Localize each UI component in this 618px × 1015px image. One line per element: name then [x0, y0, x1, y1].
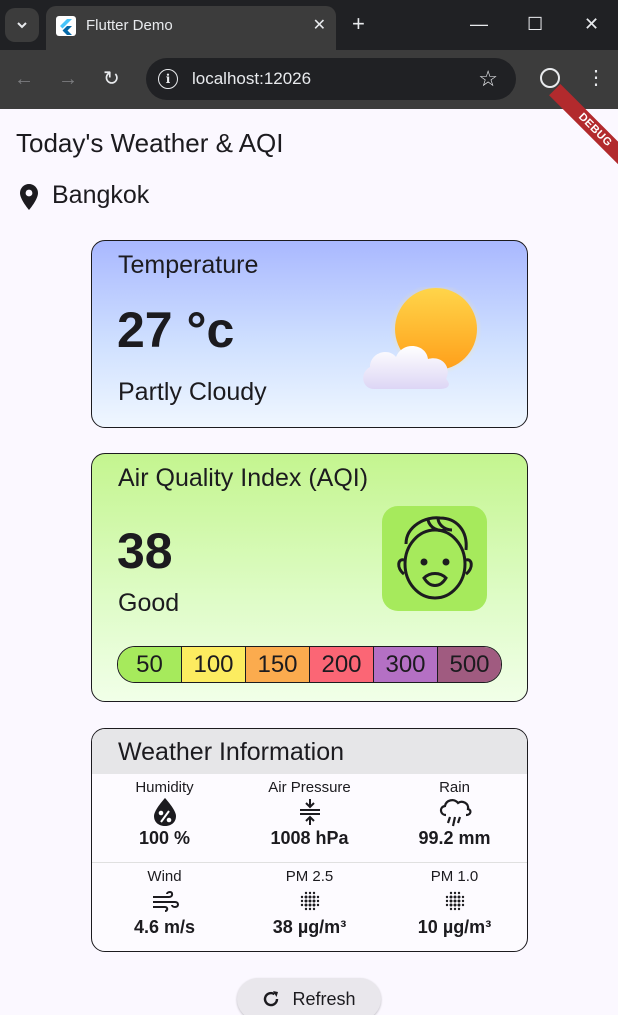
close-tab-icon[interactable]: ✕: [313, 15, 326, 35]
address-bar[interactable]: i localhost:12026 ☆: [146, 58, 516, 100]
temperature-value: 27 °c: [117, 302, 235, 358]
row-divider: [92, 862, 527, 863]
reload-icon[interactable]: ↻: [103, 67, 120, 91]
url-text[interactable]: localhost:12026: [192, 69, 311, 89]
aqi-scale-segment: 300: [374, 647, 438, 682]
new-tab-button[interactable]: +: [352, 12, 365, 36]
browser-tab-bar: Flutter Demo ✕ + — ☐ ✕: [0, 0, 618, 50]
minimize-icon[interactable]: —: [470, 12, 488, 36]
wind-cell: Wind 4.6 m/s: [92, 868, 237, 938]
weather-info-header: Weather Information: [92, 729, 527, 774]
wind-value: 4.6 m/s: [133, 917, 196, 937]
humidity-value: 100 %: [138, 828, 191, 848]
partly-cloudy-icon: [363, 287, 482, 389]
humidity-cell: Humidity 100 %: [92, 779, 237, 849]
rain-cloud-icon: [439, 799, 472, 827]
browser-toolbar: ← → ↻ i localhost:12026 ☆: [0, 50, 618, 109]
aqi-scale-segment: 150: [246, 647, 310, 682]
tab-title: Flutter Demo: [86, 17, 173, 34]
wind-icon: [152, 890, 179, 912]
humidity-percent-icon: [153, 798, 176, 826]
wind-label: Wind: [147, 868, 182, 885]
particles-icon: [445, 891, 464, 911]
forward-icon[interactable]: →: [58, 67, 78, 91]
pm25-cell: PM 2.5 38 µg/m³: [237, 868, 382, 938]
aqi-scale-segment: 500: [438, 647, 501, 682]
refresh-button[interactable]: Refresh: [237, 978, 381, 1015]
rain-label: Rain: [439, 779, 470, 796]
tab-search-button[interactable]: [5, 8, 39, 42]
rain-value: 99.2 mm: [418, 828, 491, 848]
aqi-heading: Air Quality Index (AQI): [118, 464, 369, 492]
air-pressure-value: 1008 hPa: [270, 828, 349, 848]
aqi-value: 38: [117, 523, 173, 579]
smiling-face-icon: [397, 516, 473, 600]
profile-icon[interactable]: [540, 68, 560, 88]
aqi-level: Good: [118, 589, 180, 617]
aqi-scale-bar: 50 100 150 200 300 500: [117, 646, 502, 683]
compress-icon: [299, 799, 320, 825]
refresh-label: Refresh: [292, 988, 356, 1009]
pm10-cell: PM 1.0 10 µg/m³: [382, 868, 527, 938]
more-menu-icon[interactable]: ⋮: [586, 64, 606, 92]
pm25-label: PM 2.5: [285, 868, 334, 885]
pm10-label: PM 1.0: [430, 868, 479, 885]
close-window-icon[interactable]: ✕: [584, 12, 599, 36]
bookmark-star-icon[interactable]: ☆: [478, 66, 498, 92]
air-pressure-label: Air Pressure: [268, 779, 351, 796]
chevron-down-icon: [17, 22, 27, 29]
air-pressure-cell: Air Pressure 1008 hPa: [237, 779, 382, 849]
rain-cell: Rain 99.2 mm: [382, 779, 527, 849]
aqi-face-badge: [382, 506, 487, 611]
weather-condition: Partly Cloudy: [118, 378, 267, 406]
browser-tab[interactable]: Flutter Demo ✕: [46, 6, 336, 50]
refresh-icon: [264, 991, 279, 1007]
aqi-card: Air Quality Index (AQI) 38 Good 50 100 1…: [91, 453, 528, 702]
weather-info-card: Weather Information Humidity 100 % Air P…: [91, 728, 528, 952]
site-info-icon[interactable]: i: [158, 69, 178, 89]
aqi-scale-segment: 50: [118, 647, 182, 682]
maximize-icon[interactable]: ☐: [527, 12, 543, 36]
pm25-value: 38 µg/m³: [272, 917, 347, 937]
humidity-label: Humidity: [135, 779, 194, 796]
back-icon[interactable]: ←: [14, 67, 34, 91]
temperature-card: Temperature 27 °c Partly Cloudy: [91, 240, 528, 428]
pm10-value: 10 µg/m³: [417, 917, 492, 937]
flutter-logo-icon: [56, 16, 76, 36]
aqi-scale-segment: 200: [310, 647, 374, 682]
aqi-scale-segment: 100: [182, 647, 246, 682]
location-pin-icon: [20, 184, 38, 210]
weather-info-title: Weather Information: [118, 738, 345, 766]
temperature-heading: Temperature: [118, 251, 259, 279]
particles-icon: [300, 891, 319, 911]
location-name: Bangkok: [52, 181, 150, 209]
page-title: Today's Weather & AQI: [16, 128, 284, 158]
